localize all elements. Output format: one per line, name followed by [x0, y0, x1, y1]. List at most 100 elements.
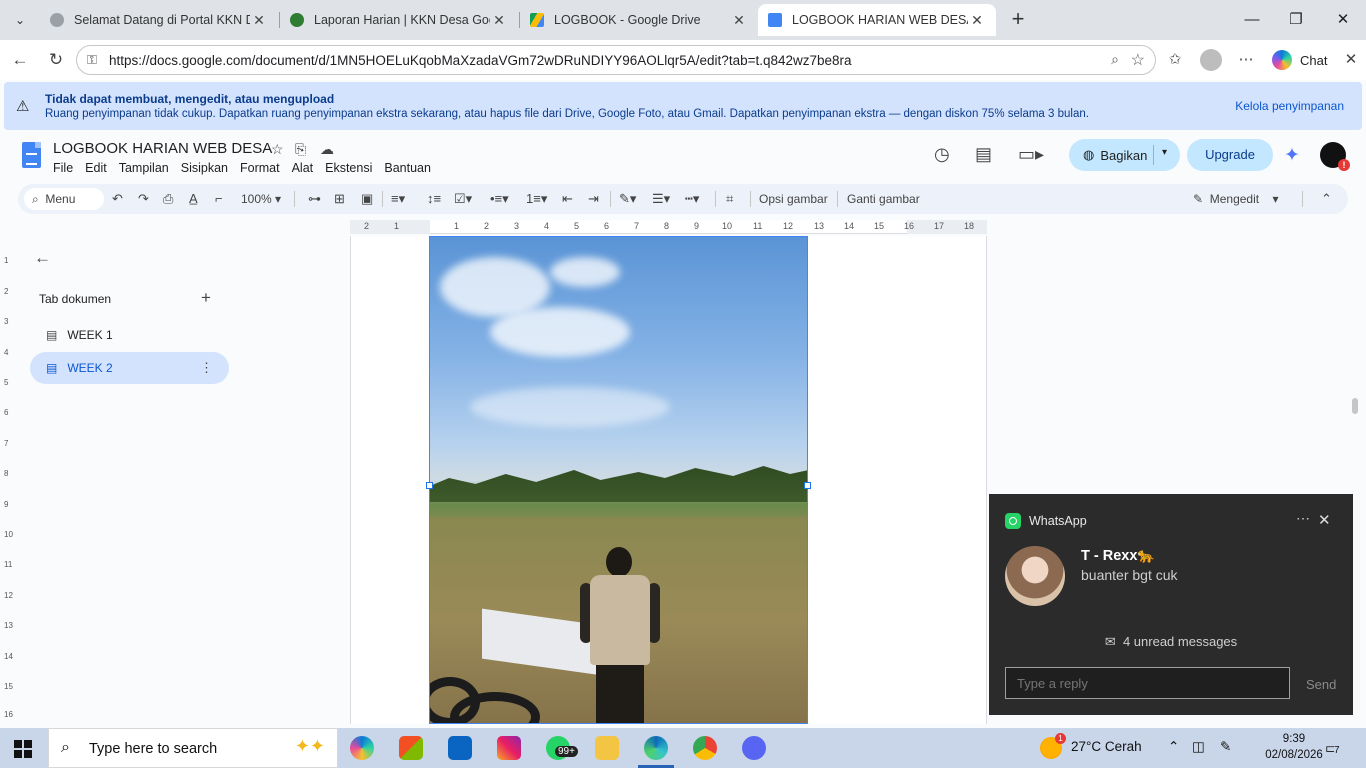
close-tab-icon[interactable]: ✕ — [490, 12, 508, 29]
collapse-toolbar-icon[interactable]: ⌃ — [1321, 191, 1332, 207]
zoom-magnifier-icon[interactable]: ⌕ — [1111, 51, 1119, 68]
bookmark-star-icon[interactable]: ☆ — [1131, 50, 1145, 70]
google-docs-logo-icon[interactable] — [22, 142, 41, 168]
menu-help[interactable]: Bantuan — [384, 161, 431, 175]
vertical-scrollbar[interactable] — [1352, 398, 1358, 414]
menu-edit[interactable]: Edit — [85, 161, 107, 175]
editing-mode-select[interactable]: ✎ Mengedit ▾ — [1193, 192, 1278, 206]
manage-storage-link[interactable]: Kelola penyimpanan — [1235, 99, 1344, 113]
address-bar[interactable]: ⚿ https://docs.google.com/document/d/1MN… — [76, 45, 1156, 75]
checklist-icon[interactable]: ☑▾ — [454, 191, 472, 207]
user-avatar[interactable]: ! — [1320, 142, 1350, 171]
meet-camera-icon[interactable]: ▭▸ — [1018, 144, 1044, 165]
instagram-icon[interactable] — [497, 736, 521, 760]
bulleted-list-icon[interactable]: •≡▾ — [490, 191, 509, 207]
crop-icon[interactable]: ⌗ — [726, 191, 733, 207]
unread-count[interactable]: ✉ 4 unread messages — [989, 634, 1353, 650]
close-tabs-panel-arrow-icon[interactable]: ← — [34, 248, 51, 268]
add-comment-icon[interactable]: ⊞ — [334, 191, 345, 207]
replace-image-button[interactable]: Ganti gambar — [847, 192, 920, 206]
site-info-icon[interactable]: ⚿ — [87, 52, 97, 68]
discord-icon[interactable] — [742, 736, 766, 760]
version-history-icon[interactable]: ◷ — [934, 144, 950, 165]
browser-tab-4[interactable]: LOGBOOK HARIAN WEB DESA - Go ✕ — [758, 4, 996, 36]
resize-handle-left[interactable] — [426, 482, 433, 489]
contact-avatar[interactable] — [1005, 546, 1065, 606]
menu-view[interactable]: Tampilan — [119, 161, 169, 175]
undo-icon[interactable]: ↶ — [112, 191, 123, 207]
close-tab-icon[interactable]: ✕ — [730, 12, 748, 29]
doc-tab-week-1[interactable]: ▤ WEEK 1 — [30, 319, 229, 351]
taskbar-clock[interactable]: 9:39 02/08/2026 — [1262, 731, 1326, 763]
align-icon[interactable]: ≡▾ — [391, 191, 405, 207]
weather-text[interactable]: 27°C Cerah — [1071, 739, 1142, 754]
copilot-chat-button[interactable]: Chat — [1272, 49, 1327, 71]
decrease-indent-icon[interactable]: ⇤ — [562, 191, 573, 207]
gemini-sparkle-icon[interactable]: ✦ — [1284, 144, 1300, 167]
new-tab-icon[interactable]: + — [1006, 8, 1030, 32]
document-title[interactable]: LOGBOOK HARIAN WEB DESA — [53, 140, 272, 157]
browser-tab-3[interactable]: LOGBOOK - Google Drive ✕ — [520, 4, 758, 36]
share-dropdown-icon[interactable]: ▾ — [1162, 147, 1167, 158]
notification-center-icon[interactable]: ▭ 7 — [1325, 739, 1340, 757]
border-weight-icon[interactable]: ☰▾ — [652, 191, 670, 207]
move-folder-icon[interactable]: ⎘ — [295, 141, 306, 158]
spellcheck-icon[interactable]: A̲ — [189, 191, 198, 206]
menu-format[interactable]: Format — [240, 161, 280, 175]
close-tab-icon[interactable]: ✕ — [968, 12, 986, 29]
line-spacing-icon[interactable]: ↕≡ — [427, 191, 441, 206]
back-arrow-icon[interactable]: ← — [8, 48, 32, 72]
browser-tab-1[interactable]: Selamat Datang di Portal KKN Desa ✕ — [40, 4, 278, 36]
border-dash-icon[interactable]: ┅▾ — [685, 191, 699, 207]
show-hidden-icons-icon[interactable]: ⌃ — [1168, 739, 1179, 755]
redo-icon[interactable]: ↷ — [138, 191, 149, 207]
image-options-button[interactable]: Opsi gambar — [759, 192, 828, 206]
close-window-icon[interactable]: ✕ — [1331, 8, 1355, 32]
menu-tools[interactable]: Alat — [292, 161, 314, 175]
reply-input[interactable] — [1005, 667, 1290, 699]
sidebar-close-icon[interactable]: ✕ — [1340, 49, 1362, 71]
browser-tab-2[interactable]: Laporan Harian | KKN Desa Gogik ✕ — [280, 4, 518, 36]
send-button[interactable]: Send — [1306, 677, 1336, 692]
insert-image-icon[interactable]: ▣ — [361, 191, 373, 207]
windows-start-icon[interactable] — [14, 740, 32, 758]
paint-format-icon[interactable]: ⌐ — [215, 191, 223, 206]
cloud-status-icon[interactable]: ☁ — [320, 141, 334, 158]
comments-icon[interactable]: ▤ — [975, 144, 992, 165]
close-tab-icon[interactable]: ✕ — [250, 12, 268, 29]
pen-tray-icon[interactable]: ✎ — [1220, 739, 1231, 755]
weather-sun-icon[interactable]: 1 — [1040, 733, 1066, 759]
menu-insert[interactable]: Sisipkan — [181, 161, 228, 175]
inserted-photo[interactable] — [429, 236, 808, 724]
more-options-icon[interactable]: ⋯ — [1235, 49, 1257, 71]
resize-handle-right[interactable] — [804, 482, 811, 489]
menu-extensions[interactable]: Ekstensi — [325, 161, 372, 175]
notification-more-icon[interactable]: ⋯ — [1296, 510, 1310, 527]
star-icon[interactable]: ☆ — [271, 141, 284, 158]
restore-icon[interactable]: ❐ — [1284, 8, 1308, 32]
reload-icon[interactable]: ↻ — [44, 48, 68, 72]
profile-avatar-icon[interactable] — [1200, 49, 1222, 71]
tab-search-chevron-icon[interactable]: ⌄ — [6, 7, 34, 33]
copilot-app-icon[interactable] — [350, 736, 374, 760]
share-button[interactable]: ◍ Bagikan ▾ — [1069, 139, 1180, 171]
menu-search[interactable]: ⌕ Menu — [24, 188, 104, 210]
doc-tab-week-2[interactable]: ▤ WEEK 2 ⋮ — [30, 352, 229, 384]
zoom-select[interactable]: 100% ▾ — [241, 192, 281, 206]
menu-file[interactable]: File — [53, 161, 73, 175]
increase-indent-icon[interactable]: ⇥ — [588, 191, 599, 207]
chrome-icon[interactable] — [693, 736, 717, 760]
print-icon[interactable]: ⎙ — [163, 191, 173, 207]
url-text[interactable]: https://docs.google.com/document/d/1MN5H… — [109, 53, 852, 68]
add-tab-icon[interactable]: + — [201, 288, 211, 308]
notification-close-icon[interactable]: ✕ — [1318, 511, 1331, 529]
numbered-list-icon[interactable]: 1≡▾ — [526, 191, 547, 207]
border-color-icon[interactable]: ✎▾ — [619, 191, 636, 207]
microsoft-store-icon[interactable] — [399, 736, 423, 760]
edge-browser-icon[interactable] — [638, 736, 674, 768]
outlook-icon[interactable] — [448, 736, 472, 760]
taskbar-search[interactable]: ⌕ Type here to search ✦✦ — [48, 728, 338, 768]
upgrade-button[interactable]: Upgrade — [1187, 139, 1273, 171]
camera-tray-icon[interactable]: ◫ — [1192, 739, 1205, 755]
link-icon[interactable]: ⊶ — [308, 191, 321, 207]
